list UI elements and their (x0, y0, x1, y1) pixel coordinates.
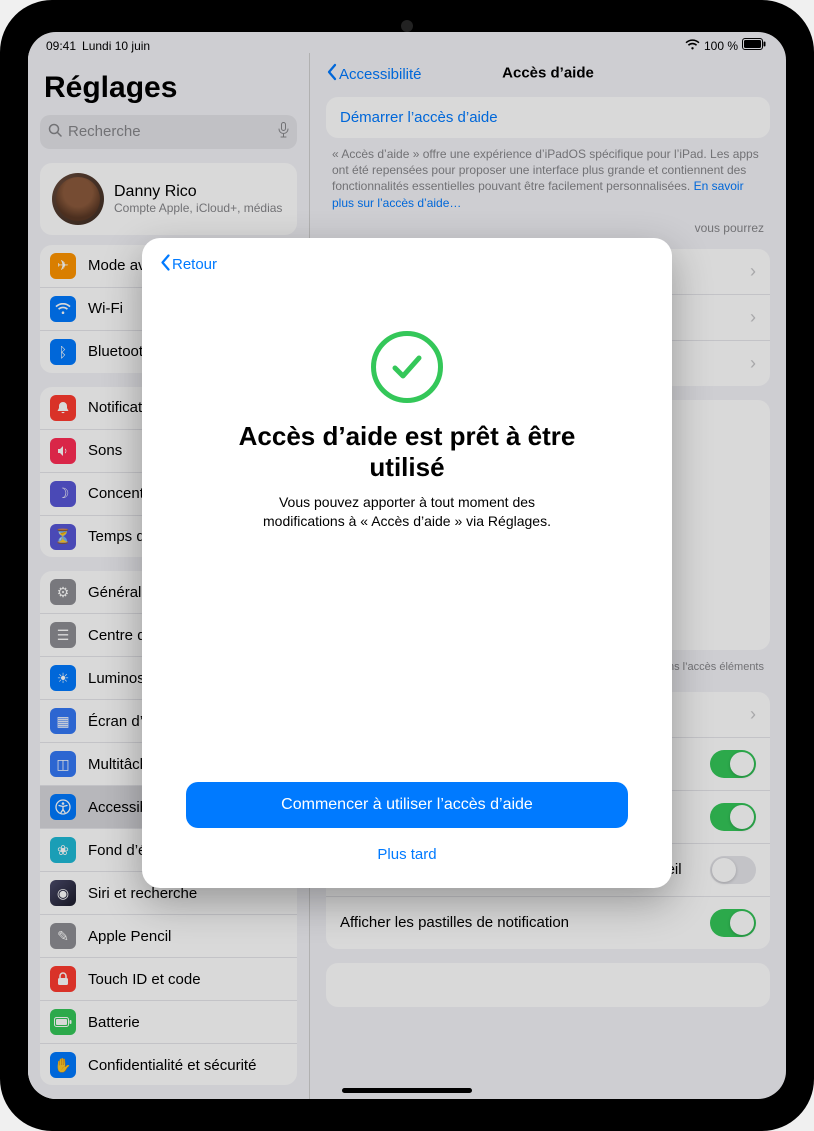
modal-title: Accès d’aide est prêt à être utilisé (200, 421, 614, 483)
chevron-left-icon (160, 254, 170, 275)
modal-description: Vous pouvez apporter à tout moment des m… (257, 493, 557, 531)
modal-back-label: Retour (172, 256, 217, 273)
checkmark-icon (371, 331, 443, 403)
ipad-frame: 09:41 Lundi 10 juin 100 % Réglages (0, 0, 814, 1131)
modal-sheet: Retour Accès d’aide est prêt à être util… (142, 238, 672, 888)
start-using-button[interactable]: Commencer à utiliser l’accès d’aide (186, 782, 628, 828)
home-indicator[interactable] (342, 1088, 472, 1093)
later-button[interactable]: Plus tard (186, 840, 628, 868)
screen: 09:41 Lundi 10 juin 100 % Réglages (28, 32, 786, 1099)
modal-back-button[interactable]: Retour (160, 254, 654, 275)
modal-overlay: Retour Accès d’aide est prêt à être util… (28, 32, 786, 1099)
